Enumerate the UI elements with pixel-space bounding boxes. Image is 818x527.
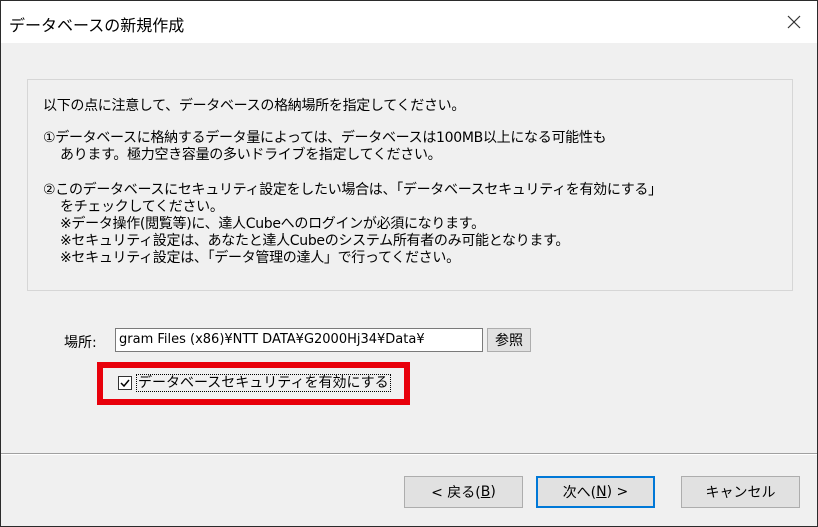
checkmark-icon: [120, 379, 130, 388]
note2-line1: ②このデータベースにセキュリティ設定をしたい場合は、「データベースセキュリティを…: [43, 182, 662, 198]
browse-button[interactable]: 参照: [487, 328, 531, 352]
next-button-text: 次へ(: [562, 485, 597, 501]
back-accel-key: B: [480, 484, 491, 500]
button-separator: [1, 453, 817, 455]
intro-text: 以下の点に注意して、データベースの格納場所を指定してください。: [43, 98, 466, 114]
location-label: 場所:: [64, 335, 97, 351]
window-title: データベースの新規作成: [9, 16, 185, 35]
note2-line2: をチェックしてください。: [60, 199, 224, 215]
security-checkbox-label[interactable]: データベースセキュリティを有効にする: [136, 374, 391, 392]
next-accel-key: N: [596, 484, 607, 500]
note1-line1: ①データベースに格納するデータ量によっては、データベースは100MB以上になる可…: [43, 130, 607, 146]
back-button[interactable]: < 戻る(B): [404, 476, 523, 508]
cancel-button[interactable]: キャンセル: [681, 476, 800, 508]
next-button[interactable]: 次へ(N) >: [536, 476, 655, 508]
note2-line3: ※データ操作(閲覧等)に、達人Cubeへのログインが必須になります。: [60, 216, 485, 232]
back-button-suffix: ): [490, 484, 496, 500]
note2-line4: ※セキュリティ設定は、あなたと達人Cubeのシステム所有者のみ可能となります。: [60, 233, 570, 249]
security-checkbox-row[interactable]: データベースセキュリティを有効にする: [118, 373, 391, 393]
location-path-input[interactable]: gram Files (x86)¥NTT DATA¥G2000Hj34¥Data…: [115, 328, 483, 352]
note2-line5: ※セキュリティ設定は、「データ管理の達人」で行ってください。: [60, 250, 460, 266]
next-button-suffix: ) >: [606, 484, 629, 500]
note1-line2: あります。極力空き容量の多いドライブを指定してください。: [60, 147, 442, 163]
dialog-window: データベースの新規作成 以下の点に注意して、データベースの格納場所を指定してくだ…: [0, 0, 818, 527]
back-button-text: < 戻る(: [431, 485, 481, 501]
title-bar: データベースの新規作成: [1, 1, 817, 43]
security-checkbox[interactable]: [118, 376, 132, 390]
close-button[interactable]: [771, 1, 817, 43]
close-icon: [787, 15, 801, 29]
